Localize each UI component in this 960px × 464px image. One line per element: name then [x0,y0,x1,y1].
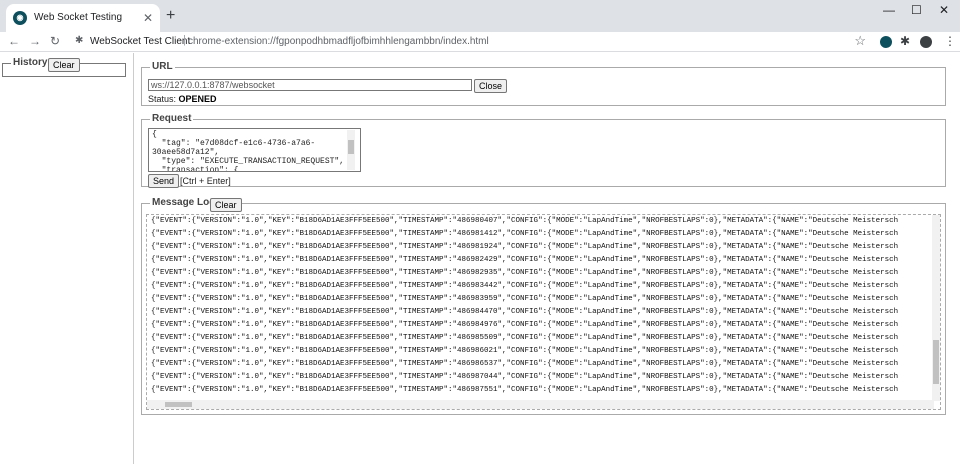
log-lines: {"EVENT":{"VERSION":"1.0","KEY":"B18D6AD… [147,215,940,397]
extension-icon[interactable] [880,36,892,48]
history-clear-button[interactable]: Clear [48,58,80,72]
tab-close-icon[interactable]: ✕ [143,11,153,25]
log-line: {"EVENT":{"VERSION":"1.0","KEY":"B18D6AD… [151,282,899,290]
address-bar[interactable]: ✱ WebSocket Test Client | chrome-extensi… [70,33,870,51]
url-legend: URL [150,61,175,72]
log-line: {"EVENT":{"VERSION":"1.0","KEY":"B18D6AD… [151,243,899,251]
log-clear-button[interactable]: Clear [210,198,242,212]
log-line: {"EVENT":{"VERSION":"1.0","KEY":"B18D6AD… [151,334,899,342]
bookmark-star-icon[interactable]: ☆ [854,33,866,49]
log-line: {"EVENT":{"VERSION":"1.0","KEY":"B18D6AD… [151,295,899,303]
websocket-favicon-icon: ◉ [13,11,27,25]
new-tab-icon[interactable]: + [166,7,175,25]
tab-strip: ◉ Web Socket Testing ✕ + — ☐ ✕ [0,0,960,32]
reload-icon[interactable]: ↻ [50,34,60,48]
back-icon[interactable]: ← [8,34,20,48]
log-line: {"EVENT":{"VERSION":"1.0","KEY":"B18D6AD… [151,256,899,264]
puzzle-piece-icon[interactable]: ✱ [75,35,83,46]
window-close-icon[interactable]: ✕ [939,3,949,17]
log-line: {"EVENT":{"VERSION":"1.0","KEY":"B18D6AD… [151,321,899,329]
request-legend: Request [150,113,194,124]
request-fieldset: Request { "tag": "e7d08dcf-e1c6-4736-a7a… [141,113,946,188]
forward-icon[interactable]: → [29,34,41,48]
log-line: {"EVENT":{"VERSION":"1.0","KEY":"B18D6AD… [151,360,899,368]
request-scroll-thumb[interactable] [348,140,354,154]
history-panel: History Clear [0,53,134,464]
log-line: {"EVENT":{"VERSION":"1.0","KEY":"B18D6AD… [151,386,899,394]
log-vscroll-thumb[interactable] [933,340,939,384]
history-legend: History [11,57,50,68]
address-url[interactable]: chrome-extension://fgponpodhbmadfljofbim… [188,36,489,47]
message-log-fieldset: Message Log Clear {"EVENT":{"VERSION":"1… [141,197,946,415]
log-line: {"EVENT":{"VERSION":"1.0","KEY":"B18D6AD… [151,347,899,355]
request-scrollbar[interactable] [347,130,355,170]
site-name: WebSocket Test Client [90,36,191,47]
log-line: {"EVENT":{"VERSION":"1.0","KEY":"B18D6AD… [151,269,899,277]
message-log-legend: Message Log [150,197,218,208]
log-vertical-scrollbar[interactable] [932,215,940,401]
tab-title: Web Socket Testing [34,12,123,23]
request-textarea[interactable]: { "tag": "e7d08dcf-e1c6-4736-a7a6- 30aee… [148,128,361,172]
page-content: History Clear URL ws://127.0.0.1:8787/we… [0,53,960,464]
log-line: {"EVENT":{"VERSION":"1.0","KEY":"B18D6AD… [151,308,899,316]
menu-kebab-icon[interactable]: ⋮ [944,34,956,48]
log-line: {"EVENT":{"VERSION":"1.0","KEY":"B18D6AD… [151,373,899,381]
status-value: OPENED [178,94,217,104]
active-tab[interactable]: ◉ Web Socket Testing ✕ [6,4,160,32]
close-connection-button[interactable]: Close [474,79,508,93]
message-log[interactable]: {"EVENT":{"VERSION":"1.0","KEY":"B18D6AD… [146,214,941,410]
browser-toolbar: ← → ↻ ✱ WebSocket Test Client | chrome-e… [0,32,960,52]
send-shortcut-hint: [Ctrl + Enter] [180,176,231,186]
history-fieldset: History Clear [2,57,126,77]
log-horizontal-scrollbar[interactable] [147,400,934,409]
url-fieldset: URL ws://127.0.0.1:8787/websocket Close … [141,61,946,106]
extensions-puzzle-icon[interactable]: ✱ [900,34,910,48]
send-button[interactable]: Send [148,174,180,188]
log-line: {"EVENT":{"VERSION":"1.0","KEY":"B18D6AD… [151,217,899,225]
maximize-icon[interactable]: ☐ [911,3,922,17]
websocket-url-input[interactable]: ws://127.0.0.1:8787/websocket [148,79,472,91]
profile-avatar-icon[interactable] [920,36,932,48]
address-separator: | [183,34,186,46]
log-hscroll-thumb[interactable] [165,402,192,407]
connection-status: Status: OPENED [148,94,217,104]
log-line: {"EVENT":{"VERSION":"1.0","KEY":"B18D6AD… [151,230,899,238]
status-label: Status: [148,94,177,104]
minimize-icon[interactable]: — [883,3,895,17]
